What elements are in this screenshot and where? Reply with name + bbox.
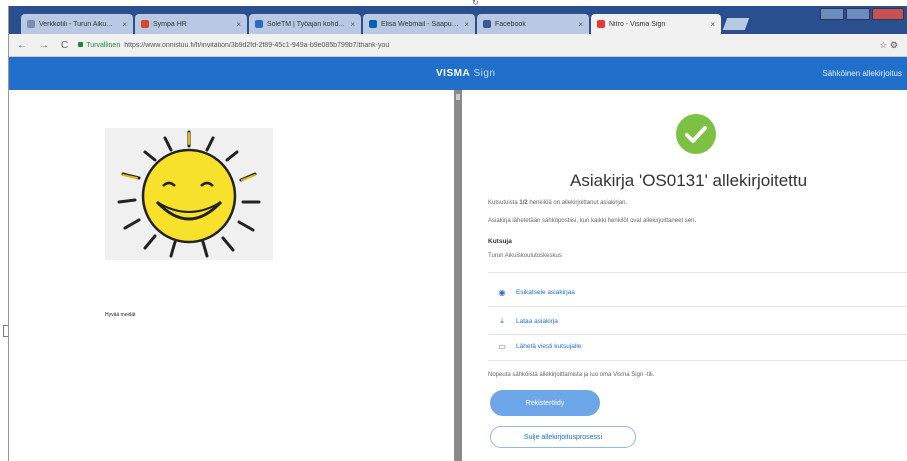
checkmark-icon — [676, 114, 716, 154]
generic-tab-icon — [27, 20, 35, 28]
maximize-button[interactable] — [846, 8, 870, 20]
close-icon[interactable]: × — [710, 20, 715, 29]
address-bar: ← → C Turvallinen https://www.onnistuu.f… — [9, 34, 907, 57]
signed-count-suffix: henkilöä on allekirjoittanut asiakirjan. — [527, 200, 628, 206]
tab-sympa[interactable]: Sympa HR × — [135, 14, 247, 34]
visma-header: VISMA Sign Sähköinen allekirjoitus — [9, 57, 907, 90]
delivery-note: Asiakirja lähetetään sähköpostiisi, kun … — [488, 218, 697, 224]
divider-handle[interactable] — [456, 94, 460, 100]
url-input[interactable]: https://www.onnistuu.fi/fi/invitation/3b… — [124, 42, 389, 49]
tab-facebook[interactable]: Facebook × — [477, 14, 589, 34]
tab-visma-sign[interactable]: Nitro - Visma Sign × — [591, 14, 721, 34]
promo-text: Nopeuta sähköistä allekirjoittamista ja … — [488, 372, 655, 378]
signed-count-prefix: Kutsutuista — [488, 200, 520, 206]
document-preview: Hyvää meidät — [9, 90, 454, 461]
close-icon[interactable]: × — [578, 20, 583, 29]
close-icon[interactable]: × — [236, 20, 241, 29]
close-icon[interactable]: × — [350, 20, 355, 29]
signed-count-text: Kutsutuista 1/2 henkilöä on allekirjoitt… — [488, 200, 627, 206]
action-label: Lähetä viesti kutsujalle — [516, 343, 582, 350]
divider-line — [488, 360, 907, 361]
tab-label: Elisa Webmail - Saapun... — [381, 20, 461, 28]
logo-bold: VISMA — [436, 68, 471, 79]
tab-soletm[interactable]: SoleTM | Työajan kohd... × — [249, 14, 361, 34]
tab-strip: Verkkotili - Turun Aiku... × Sympa HR × … — [9, 6, 907, 34]
divider-line — [488, 334, 907, 335]
download-document-link[interactable]: ⤓ Lataa asiakirja — [498, 316, 558, 326]
register-button[interactable]: Rekisteröidy — [490, 390, 600, 416]
reload-icon[interactable]: C — [61, 40, 68, 51]
lock-icon — [78, 41, 84, 47]
facebook-icon — [483, 20, 491, 28]
signature-panel: Asiakirja 'OS0131' allekirjoitettu Kutsu… — [462, 90, 907, 461]
action-label: Lataa asiakirja — [516, 317, 558, 325]
divider-line — [488, 272, 907, 273]
back-icon[interactable]: ← — [17, 40, 27, 51]
toolbar-icons[interactable]: ☆ ⚙ — [879, 40, 898, 51]
tab-label: SoleTM | Työajan kohd... — [267, 20, 345, 28]
tab-label: Verkkotili - Turun Aiku... — [39, 20, 113, 28]
visma-sign-logo[interactable]: VISMA Sign — [436, 68, 495, 79]
inviter-value: Turun Aikuiskoulutuskeskus — [488, 253, 562, 259]
tab-label: Facebook — [495, 20, 526, 28]
secure-indicator[interactable]: Turvallinen — [78, 41, 121, 49]
window-left-edge — [0, 0, 10, 461]
document-text: Hyvää meidät — [105, 312, 136, 318]
tab-verkkotili[interactable]: Verkkotili - Turun Aiku... × — [21, 14, 133, 34]
tab-label: Sympa HR — [153, 20, 187, 28]
pane-divider[interactable] — [454, 90, 462, 461]
window-controls — [818, 8, 904, 20]
soletm-icon — [255, 20, 263, 28]
secure-label: Turvallinen — [86, 41, 121, 49]
browser-window: Verkkotili - Turun Aiku... × Sympa HR × … — [8, 6, 907, 461]
message-icon: ▭ — [498, 342, 506, 351]
signed-count: 1/2 — [519, 200, 528, 206]
header-right-link[interactable]: Sähköinen allekirjoitus — [822, 69, 902, 78]
inviter-label: Kutsuja — [488, 238, 512, 245]
new-tab-button[interactable] — [722, 18, 750, 30]
smiling-sun-image — [105, 128, 273, 260]
close-icon[interactable]: × — [122, 20, 127, 29]
eye-icon: ◉ — [498, 288, 506, 297]
message-inviter-link[interactable]: ▭ Lähetä viesti kutsujalle — [498, 342, 581, 351]
action-label: Esikatsele asiakirjaa — [516, 289, 575, 296]
preview-document-link[interactable]: ◉ Esikatsele asiakirjaa — [498, 288, 575, 297]
nitro-icon — [597, 20, 605, 28]
close-process-button[interactable]: Sulje allekirjoitusprosessi — [490, 426, 636, 448]
elisa-icon — [369, 20, 377, 28]
forward-icon[interactable]: → — [39, 40, 49, 51]
close-icon[interactable]: × — [464, 20, 469, 29]
sympa-icon — [141, 20, 149, 28]
window-close-button[interactable] — [872, 8, 904, 20]
tab-label: Nitro - Visma Sign — [609, 20, 666, 28]
divider-line — [488, 306, 907, 307]
minimize-button[interactable] — [820, 8, 844, 20]
page-title: Asiakirja 'OS0131' allekirjoitettu — [570, 171, 808, 190]
logo-light: Sign — [470, 68, 496, 79]
tab-elisa[interactable]: Elisa Webmail - Saapun... × — [363, 14, 475, 34]
download-icon: ⤓ — [500, 316, 504, 325]
